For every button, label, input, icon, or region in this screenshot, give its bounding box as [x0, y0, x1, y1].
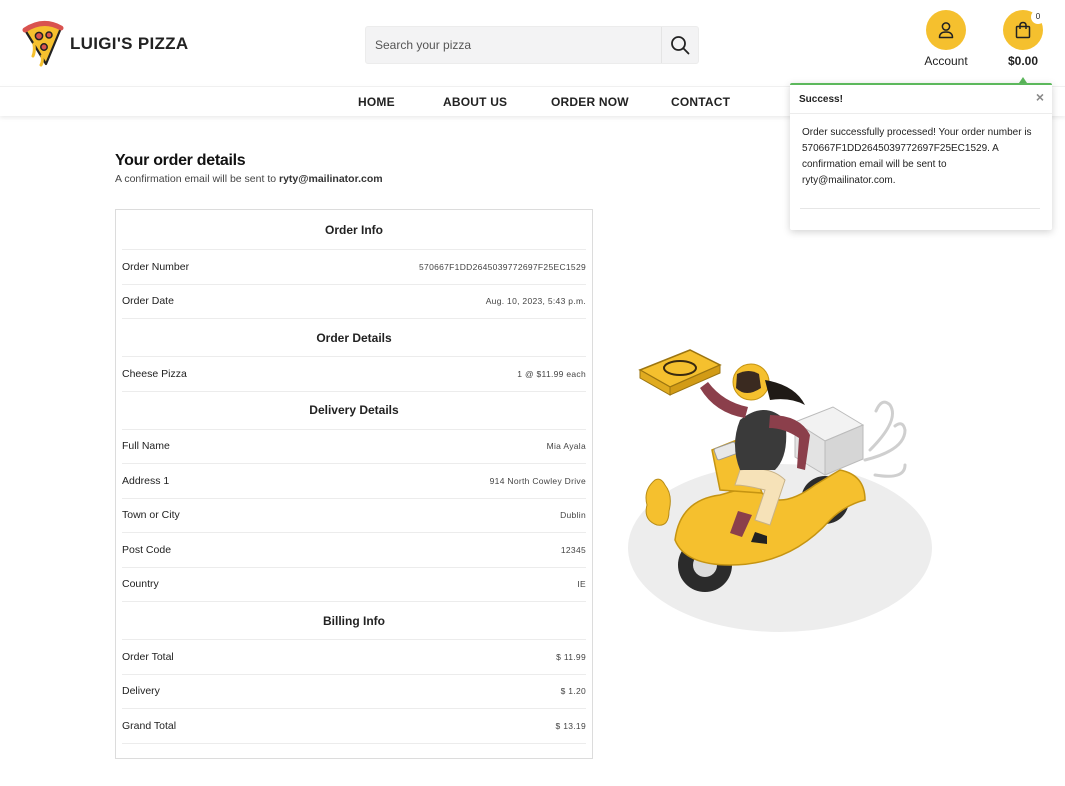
- row-label: Post Code: [122, 543, 172, 556]
- table-row: Delivery $ 1.20: [122, 675, 586, 709]
- toast-message: Order successfully processed! Your order…: [802, 127, 1032, 186]
- shopping-bag-icon: [1015, 21, 1031, 39]
- account-label: Account: [924, 54, 968, 68]
- success-toast: Success! × Order successfully processed!…: [790, 83, 1052, 230]
- subtitle-text: A confirmation email will be sent to: [115, 173, 279, 185]
- row-label: Order Number: [122, 260, 190, 273]
- table-row: Order Date Aug. 10, 2023, 5:43 p.m.: [122, 285, 586, 319]
- table-row: Address 1 914 North Cowley Drive: [122, 464, 586, 499]
- row-label: Delivery: [122, 685, 160, 698]
- row-value: 12345: [560, 544, 586, 555]
- brand-logo[interactable]: LUIGI'S PIZZA: [22, 20, 188, 68]
- toast-divider: [790, 113, 1052, 114]
- table-row: Full Name Mia Ayala: [122, 430, 586, 464]
- row-value: IE: [577, 579, 586, 590]
- account-circle: [926, 10, 966, 50]
- row-label: Country: [122, 578, 159, 591]
- delivery-scooter-illustration: [628, 349, 932, 632]
- account-button[interactable]: Account: [922, 10, 970, 68]
- search-icon: [671, 36, 690, 55]
- nav-item-contact[interactable]: CONTACT: [671, 95, 730, 109]
- table-row: Order Total $ 11.99: [122, 640, 586, 675]
- row-value: Dublin: [560, 510, 586, 521]
- nav-item-home[interactable]: HOME: [358, 95, 395, 109]
- cart-button[interactable]: 0 $0.00: [1001, 10, 1045, 68]
- page-title: Your order details: [115, 152, 246, 169]
- user-icon: [938, 22, 954, 39]
- row-label: Address 1: [122, 474, 170, 487]
- close-icon[interactable]: ×: [1036, 89, 1044, 105]
- toast-divider: [800, 208, 1040, 209]
- search-button[interactable]: [661, 27, 698, 63]
- row-label: Town or City: [122, 509, 180, 522]
- row-value: $ 11.99: [556, 651, 586, 662]
- row-label: Cheese Pizza: [122, 367, 187, 380]
- cart-count-badge: 0: [1031, 10, 1045, 24]
- site-header: LUIGI'S PIZZA Account 0 $0.00: [0, 0, 1065, 86]
- cart-total: $0.00: [1007, 54, 1039, 68]
- table-row: Grand Total $ 13.19: [122, 709, 586, 744]
- row-value: $ 13.19: [555, 720, 586, 731]
- table-row: Town or City Dublin: [122, 499, 586, 533]
- pizza-slice-icon: [22, 21, 64, 67]
- table-row: Post Code 12345: [122, 533, 586, 568]
- table-row: Country IE: [122, 568, 586, 602]
- row-value: Aug. 10, 2023, 5:43 p.m.: [485, 296, 586, 307]
- order-card: Order Info Order Number 570667F1DD264503…: [115, 209, 593, 759]
- brand-name: LUIGI'S PIZZA: [70, 34, 189, 53]
- section-heading-order-details: Order Details: [122, 319, 586, 357]
- row-value: 570667F1DD2645039772697F25EC1529: [419, 261, 586, 272]
- row-label: Order Total: [122, 650, 174, 663]
- nav-item-order-now[interactable]: ORDER NOW: [551, 95, 629, 109]
- row-label: Full Name: [122, 440, 170, 453]
- nav-item-about-us[interactable]: ABOUT US: [443, 95, 507, 109]
- section-heading-order-info: Order Info: [122, 210, 586, 250]
- section-heading-delivery-details: Delivery Details: [122, 392, 586, 430]
- table-row: Order Number 570667F1DD2645039772697F25E…: [122, 250, 586, 285]
- confirmation-email: ryty@mailinator.com: [279, 173, 383, 185]
- row-value: Mia Ayala: [546, 441, 586, 452]
- search-bar: [365, 26, 699, 64]
- page-subtitle: A confirmation email will be sent to ryt…: [115, 173, 383, 185]
- table-row: Cheese Pizza 1 @ $11.99 each: [122, 357, 586, 392]
- section-heading-billing-info: Billing Info: [122, 602, 586, 640]
- toast-title: Success!: [799, 94, 843, 105]
- row-label: Grand Total: [122, 719, 177, 732]
- row-value: 1 @ $11.99 each: [517, 368, 586, 379]
- search-input[interactable]: [366, 27, 661, 63]
- row-label: Order Date: [122, 295, 174, 308]
- row-value: $ 1.20: [560, 686, 586, 697]
- row-value: 914 North Cowley Drive: [489, 475, 586, 486]
